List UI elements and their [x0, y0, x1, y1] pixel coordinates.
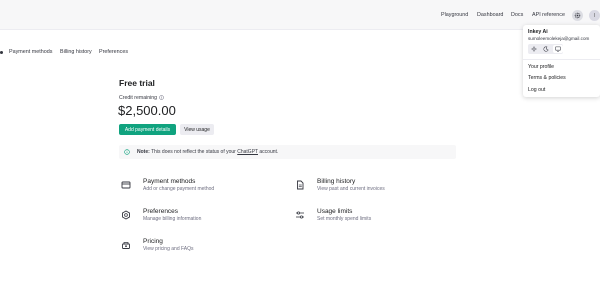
chatgpt-link[interactable]: ChatGPT — [237, 149, 258, 155]
card-usage-limits-sub: Set monthly spend limits — [317, 216, 372, 222]
info-circle-icon — [124, 149, 130, 155]
card-pricing-sub: View pricing and FAQs — [143, 246, 194, 252]
subnav-payment-methods[interactable]: Payment methods — [9, 49, 52, 55]
nav-dashboard[interactable]: Dashboard — [477, 12, 503, 18]
settings-icon — [122, 210, 130, 220]
subnav-marker — [0, 51, 3, 54]
card-payment-methods[interactable]: Payment methods — [143, 178, 195, 185]
card-billing-history-sub: View past and current invoices — [317, 186, 385, 192]
card-preferences[interactable]: Preferences — [143, 208, 178, 215]
theme-dark-button[interactable] — [541, 45, 551, 53]
gear-icon — [574, 12, 581, 19]
card-usage-limits[interactable]: Usage limits — [317, 208, 352, 215]
menu-divider — [523, 59, 600, 60]
sun-icon — [531, 46, 537, 52]
avatar[interactable]: I — [589, 10, 600, 21]
user-name: Inkey Ai — [528, 29, 548, 35]
note-text: Note: This does not reflect the status o… — [137, 149, 278, 155]
card-pricing[interactable]: Pricing — [143, 238, 163, 245]
view-usage-button[interactable]: View usage — [180, 124, 214, 135]
subnav-preferences[interactable]: Preferences — [99, 49, 128, 55]
credit-remaining-label: Credit remaining — [119, 95, 158, 101]
menu-log-out[interactable]: Log out — [528, 87, 545, 93]
monitor-icon — [555, 46, 561, 52]
page-title: Free trial — [119, 78, 155, 88]
moon-icon — [543, 46, 549, 52]
info-icon[interactable] — [159, 95, 164, 100]
add-payment-details-button[interactable]: Add payment details — [119, 124, 176, 135]
note-body-end: account. — [258, 149, 279, 155]
settings-button[interactable] — [572, 10, 583, 21]
theme-light-button[interactable] — [529, 45, 539, 53]
nav-docs[interactable]: Docs — [511, 12, 523, 18]
sliders-icon — [296, 211, 304, 219]
nav-playground[interactable]: Playground — [441, 12, 468, 18]
note-body-start: This does not reflect the status of your — [149, 149, 238, 155]
note-label: Note: — [137, 149, 150, 155]
menu-your-profile[interactable]: Your profile — [528, 64, 554, 70]
card-payment-methods-sub: Add or change payment method — [143, 186, 215, 192]
menu-terms-policies[interactable]: Terms & policies — [528, 75, 566, 81]
pricing-icon — [122, 242, 130, 249]
theme-system-button[interactable] — [553, 45, 563, 53]
card-preferences-sub: Manage billing information — [143, 216, 202, 222]
credit-amount: $2,500.00 — [118, 103, 176, 118]
document-icon — [297, 180, 304, 190]
subnav-billing-history[interactable]: Billing history — [60, 49, 92, 55]
card-billing-history[interactable]: Billing history — [317, 178, 355, 185]
user-email: sumoleemolekeja@gmail.com — [528, 36, 590, 41]
top-bar — [0, 0, 600, 30]
credit-card-icon — [121, 181, 131, 189]
nav-api-reference[interactable]: API reference — [532, 12, 565, 18]
